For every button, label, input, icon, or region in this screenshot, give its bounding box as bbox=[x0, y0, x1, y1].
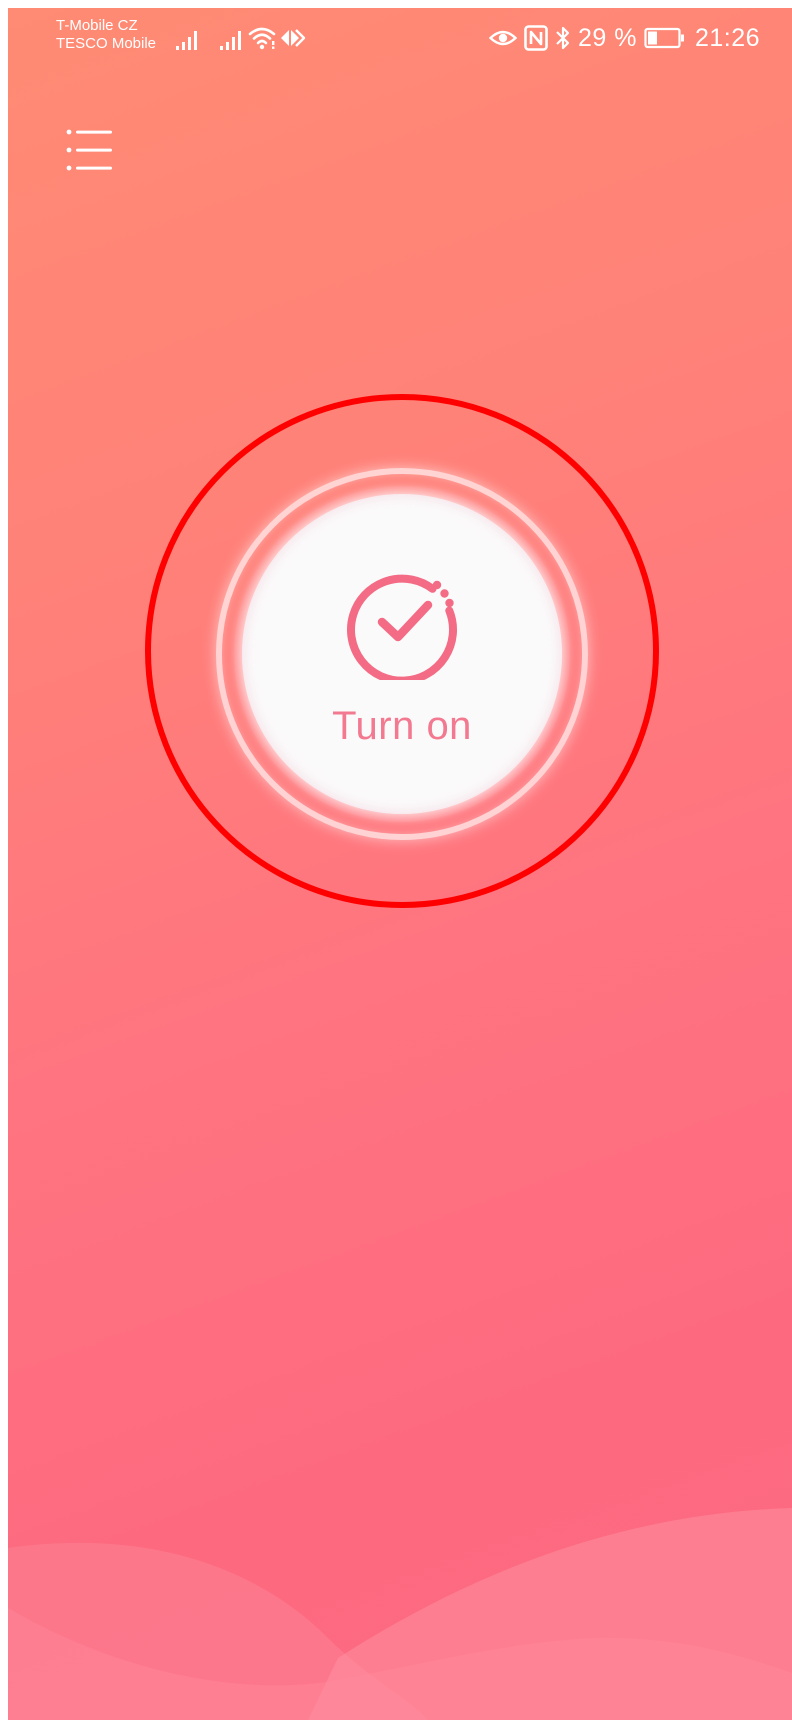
turn-on-button[interactable]: Turn on bbox=[242, 494, 562, 814]
bottom-waves bbox=[8, 1508, 792, 1720]
carrier-1: T-Mobile CZ bbox=[56, 17, 138, 34]
check-circle-icon bbox=[347, 574, 457, 680]
eye-comfort-icon bbox=[488, 30, 517, 46]
battery-icon bbox=[644, 27, 684, 49]
signal-icon bbox=[220, 31, 241, 50]
power-button-area: Turn on bbox=[8, 8, 792, 1720]
carrier-names: T-Mobile CZ TESCO Mobile bbox=[56, 17, 156, 53]
nfc-icon bbox=[524, 25, 548, 51]
carrier-2: TESCO Mobile bbox=[56, 35, 157, 52]
clock: 21:26 bbox=[694, 23, 760, 52]
data-transfer-icon bbox=[281, 29, 306, 47]
app-screen: T-Mobile CZ TESCO Mobile 29 % 21:26 Turn… bbox=[8, 8, 792, 1720]
status-right-group: 29 % 21:26 bbox=[488, 22, 760, 54]
status-bar: T-Mobile CZ TESCO Mobile 29 % 21:26 bbox=[8, 8, 792, 68]
battery-percent: 29 % bbox=[577, 23, 637, 52]
signal-icon bbox=[176, 31, 197, 50]
menu-button[interactable] bbox=[58, 118, 122, 182]
turn-on-label: Turn on bbox=[332, 704, 472, 748]
bluetooth-icon bbox=[556, 26, 570, 50]
wifi-icon bbox=[248, 27, 276, 50]
menu-icon bbox=[66, 129, 112, 171]
